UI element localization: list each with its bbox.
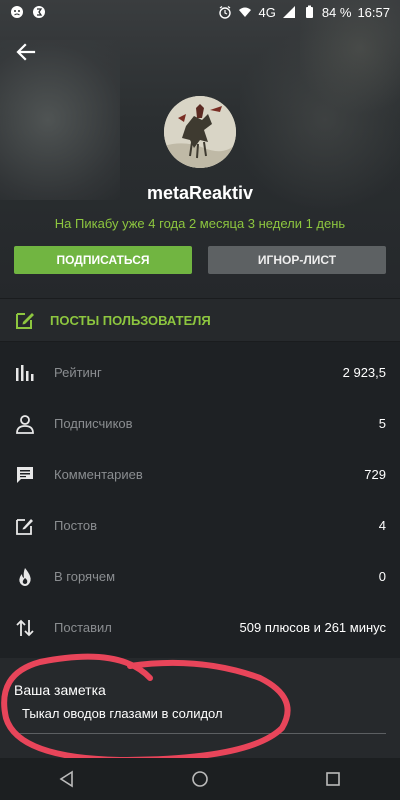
- clock: 16:57: [357, 4, 390, 20]
- ignore-list-button[interactable]: ИГНОР-ЛИСТ: [208, 246, 386, 274]
- stat-posts: Постов 4: [0, 500, 400, 551]
- system-nav-bar: [0, 758, 400, 800]
- stat-value: 0: [378, 569, 386, 584]
- stats-list: Рейтинг 2 923,5 Подписчиков 5 Комментари…: [0, 347, 400, 653]
- stat-rating: Рейтинг 2 923,5: [0, 347, 400, 398]
- stat-value: 2 923,5: [342, 365, 386, 380]
- stat-value: 5: [378, 416, 386, 431]
- note-title: Ваша заметка: [14, 682, 106, 698]
- up-down-arrows-icon: [14, 617, 36, 639]
- rating-bars-icon: [14, 362, 36, 384]
- back-nav-icon[interactable]: [57, 769, 77, 789]
- username: metaReaktiv: [146, 183, 254, 203]
- stat-label: Подписчиков: [54, 416, 133, 431]
- stat-label: Постов: [54, 518, 98, 533]
- profile-header: 4G 84 % 16:57 metaReaktiv На Пикабу уже …: [0, 0, 400, 298]
- avatar-image: [164, 96, 236, 168]
- person-icon: [14, 413, 36, 435]
- edit-icon: [16, 313, 34, 329]
- membership-duration: На Пикабу уже 4 года 2 месяца 3 недели 1…: [54, 216, 346, 231]
- stat-value: 4: [378, 518, 386, 533]
- user-posts-label: ПОСТЫ ПОЛЬЗОВАТЕЛЯ: [50, 312, 211, 328]
- sad-face-icon: [11, 6, 23, 18]
- wifi-icon: [239, 7, 252, 17]
- subscribe-button[interactable]: ПОДПИСАТЬСЯ: [14, 246, 192, 274]
- battery-icon: [305, 5, 313, 18]
- note-divider: [14, 733, 386, 734]
- stat-value: 729: [364, 467, 386, 482]
- stat-value: 509 плюсов и 261 минус: [239, 620, 386, 635]
- user-note[interactable]: Ваша заметка Тыкал оводов глазами в соли…: [0, 658, 400, 768]
- stat-label: Рейтинг: [54, 365, 102, 380]
- comment-icon: [14, 464, 36, 486]
- stat-label: Комментариев: [54, 467, 143, 482]
- battery-percent: 84 %: [321, 4, 352, 20]
- stat-comments: Комментариев 729: [0, 449, 400, 500]
- flame-icon: [14, 566, 36, 588]
- note-text[interactable]: Тыкал оводов глазами в солидол: [22, 706, 223, 721]
- user-posts-link[interactable]: ПОСТЫ ПОЛЬЗОВАТЕЛЯ: [0, 298, 400, 342]
- alarm-icon: [219, 6, 232, 19]
- stat-votes-given: Поставил 509 плюсов и 261 минус: [0, 602, 400, 653]
- signal-icon: [282, 6, 295, 18]
- edit-icon: [14, 515, 36, 537]
- network-type: 4G: [258, 4, 276, 20]
- app-notification-icon: [33, 6, 45, 18]
- avatar: [164, 96, 236, 168]
- home-nav-icon[interactable]: [190, 769, 210, 789]
- back-arrow-icon[interactable]: [14, 40, 38, 64]
- stat-label: Поставил: [54, 620, 112, 635]
- status-bar: 4G 84 % 16:57: [0, 0, 400, 24]
- recents-nav-icon[interactable]: [323, 769, 343, 789]
- stat-subscribers: Подписчиков 5: [0, 398, 400, 449]
- background-blur: [0, 40, 120, 200]
- stat-label: В горячем: [54, 569, 116, 584]
- stat-hot: В горячем 0: [0, 551, 400, 602]
